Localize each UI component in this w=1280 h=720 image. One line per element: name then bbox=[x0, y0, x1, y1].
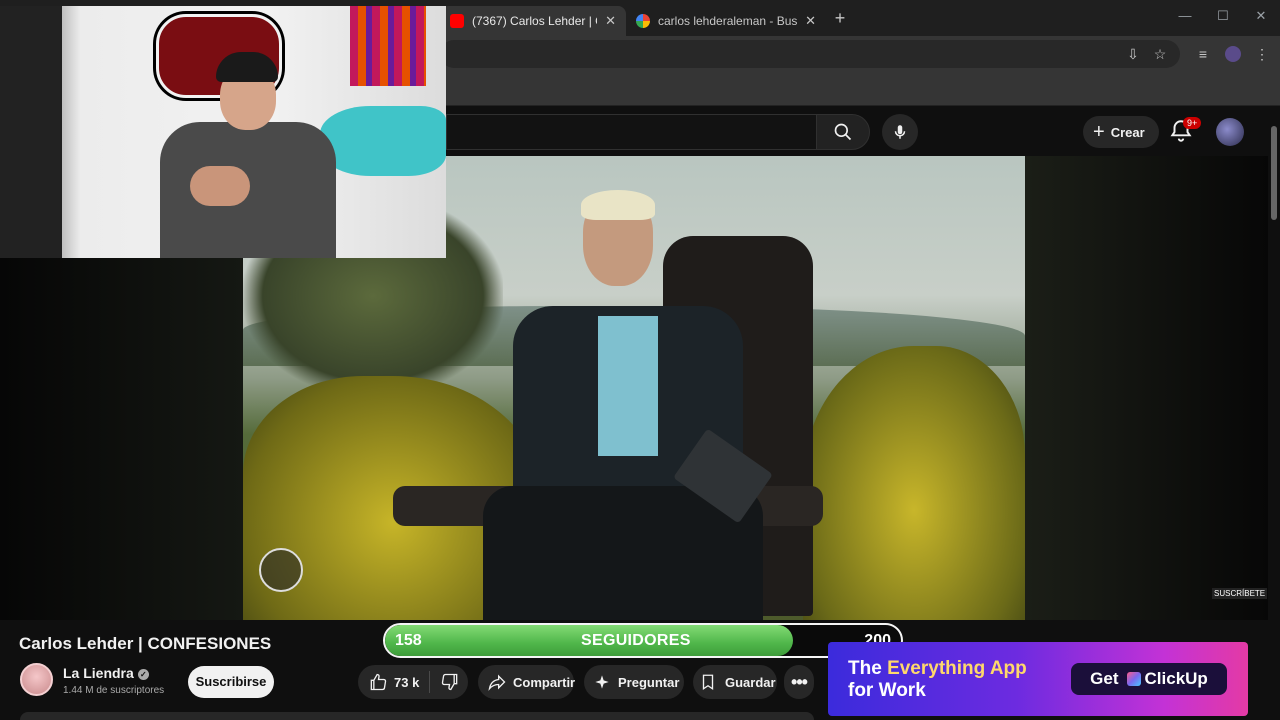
follower-current-count: 158 bbox=[395, 632, 422, 649]
channel-watermark-logo bbox=[259, 548, 303, 592]
subscriber-count: 1.44 M de suscriptores bbox=[63, 685, 165, 696]
webcam-curtain bbox=[350, 6, 426, 86]
like-dislike-group: 73 k bbox=[358, 665, 468, 699]
like-divider bbox=[429, 671, 431, 693]
google-favicon-icon bbox=[636, 14, 650, 28]
like-count: 73 k bbox=[394, 674, 420, 690]
thumbs-up-icon bbox=[370, 673, 387, 691]
streamer-hands bbox=[190, 166, 250, 206]
more-actions-button[interactable]: ••• bbox=[784, 665, 814, 699]
clickup-ad-banner[interactable]: The Everything App for Work Get ClickUp bbox=[828, 642, 1248, 716]
close-tab-icon[interactable]: ✕ bbox=[605, 13, 616, 29]
media-queue-icon[interactable]: ≡ bbox=[1195, 46, 1211, 62]
clickup-brand: ClickUp bbox=[1126, 669, 1208, 689]
microphone-icon bbox=[894, 125, 906, 139]
save-button[interactable]: Guardar bbox=[693, 665, 777, 699]
verified-check-icon: ✓ bbox=[137, 668, 149, 680]
notification-count-badge: 9+ bbox=[1183, 117, 1202, 129]
channel-avatar[interactable] bbox=[20, 663, 53, 696]
voice-search-button[interactable] bbox=[882, 114, 918, 150]
person-shirt bbox=[598, 316, 658, 456]
search-input[interactable] bbox=[446, 114, 816, 150]
minimize-icon[interactable]: — bbox=[1175, 8, 1195, 23]
subscribe-watermark[interactable]: SUSCRÍBETE bbox=[1212, 588, 1268, 599]
sparkle-icon bbox=[595, 675, 609, 689]
ambient-right bbox=[1025, 156, 1268, 620]
ad-headline-line2: for Work bbox=[848, 680, 926, 701]
share-arrow-icon bbox=[488, 674, 506, 691]
video-title: Carlos Lehder | CONFESIONES bbox=[19, 634, 272, 653]
streamer-webcam-overlay bbox=[0, 6, 446, 258]
description-box-top[interactable] bbox=[20, 712, 814, 720]
webcam-streamer bbox=[160, 52, 340, 258]
tab-youtube[interactable]: (7367) Carlos Lehder | CONFESI ✕ bbox=[440, 6, 626, 36]
ask-label: Preguntar bbox=[618, 674, 680, 690]
menu-dots-icon[interactable]: ⋮ bbox=[1254, 46, 1270, 62]
search-button[interactable] bbox=[816, 114, 870, 150]
bookmark-icon bbox=[702, 674, 714, 691]
youtube-favicon-icon bbox=[450, 14, 464, 28]
ad-headline-line1: The Everything App bbox=[848, 658, 1027, 680]
tab-title: (7367) Carlos Lehder | CONFESI bbox=[472, 14, 597, 28]
profile-icon[interactable] bbox=[1225, 46, 1241, 62]
account-avatar[interactable] bbox=[1216, 118, 1244, 146]
search-icon bbox=[834, 123, 852, 141]
ad-get-clickup-button[interactable]: Get ClickUp bbox=[1071, 663, 1227, 695]
scene-yellow-bush-right bbox=[803, 346, 1025, 620]
share-button[interactable]: Compartir bbox=[478, 665, 576, 699]
bookmark-star-icon[interactable]: ☆ bbox=[1152, 46, 1168, 62]
share-label: Compartir bbox=[513, 674, 576, 690]
save-label: Guardar bbox=[725, 674, 776, 690]
ad-button-brand: ClickUp bbox=[1144, 669, 1208, 688]
ad-headline-highlight: Everything App bbox=[887, 658, 1027, 679]
scene-person-seated bbox=[473, 190, 773, 620]
more-dots-icon: ••• bbox=[791, 672, 808, 692]
create-button[interactable]: + Crear bbox=[1083, 116, 1159, 148]
follower-goal-bar: 158 SEGUIDORES 200 bbox=[383, 623, 903, 658]
new-tab-icon[interactable]: + bbox=[832, 8, 848, 28]
thumbs-down-icon[interactable] bbox=[440, 672, 460, 692]
close-window-icon[interactable]: ✕ bbox=[1251, 8, 1271, 24]
close-tab-icon[interactable]: ✕ bbox=[805, 13, 816, 29]
webcam-door bbox=[0, 6, 62, 258]
create-label: Crear bbox=[1110, 124, 1145, 140]
install-app-icon[interactable]: ⇩ bbox=[1125, 46, 1141, 62]
maximize-icon[interactable]: ☐ bbox=[1213, 8, 1233, 24]
channel-name[interactable]: La Liendra ✓ bbox=[63, 665, 149, 681]
person-hair bbox=[581, 190, 655, 220]
page-scrollbar[interactable] bbox=[1268, 106, 1280, 720]
ask-button[interactable]: Preguntar bbox=[584, 665, 684, 699]
ad-button-get: Get bbox=[1090, 669, 1119, 688]
clickup-logo-icon bbox=[1126, 672, 1141, 686]
follower-goal-label: SEGUIDORES bbox=[581, 632, 691, 649]
tab-title: carlos lehderaleman - Buscar co bbox=[658, 14, 798, 28]
channel-name-text: La Liendra bbox=[63, 665, 134, 681]
ad-headline-prefix: The bbox=[848, 658, 888, 679]
scrollbar-thumb[interactable] bbox=[1271, 126, 1277, 220]
subscribe-button[interactable]: Suscribirse bbox=[188, 666, 274, 698]
like-button[interactable]: 73 k bbox=[358, 672, 419, 692]
plus-icon: + bbox=[1093, 121, 1105, 143]
tab-google[interactable]: carlos lehderaleman - Buscar co ✕ bbox=[626, 6, 826, 36]
address-bar[interactable] bbox=[440, 40, 1180, 68]
